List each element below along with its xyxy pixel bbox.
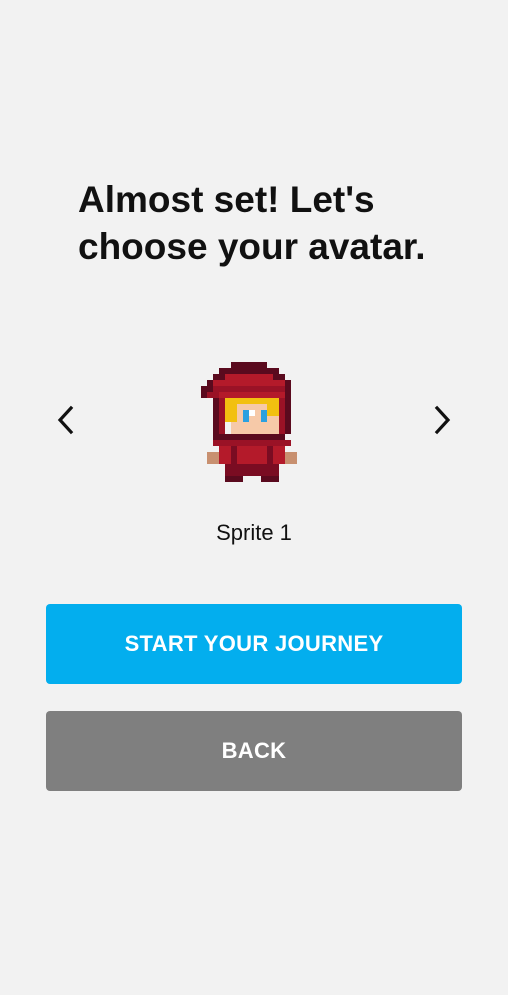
- page-title-line-1: Almost set! Let's: [78, 179, 375, 220]
- page-title: Almost set! Let's choose your avatar.: [78, 176, 478, 270]
- selected-sprite-name: Sprite 1: [216, 520, 292, 545]
- avatar-sprite: [195, 362, 303, 488]
- previous-sprite-button[interactable]: [46, 400, 86, 440]
- page-title-line-2: choose your avatar.: [78, 226, 426, 267]
- next-sprite-button[interactable]: [422, 400, 462, 440]
- chevron-left-icon: [57, 405, 74, 435]
- red-hooded-character-sprite-icon: [201, 362, 297, 482]
- start-journey-button[interactable]: START YOUR JOURNEY: [46, 604, 462, 684]
- back-button[interactable]: BACK: [46, 711, 462, 791]
- chevron-right-icon: [434, 405, 451, 435]
